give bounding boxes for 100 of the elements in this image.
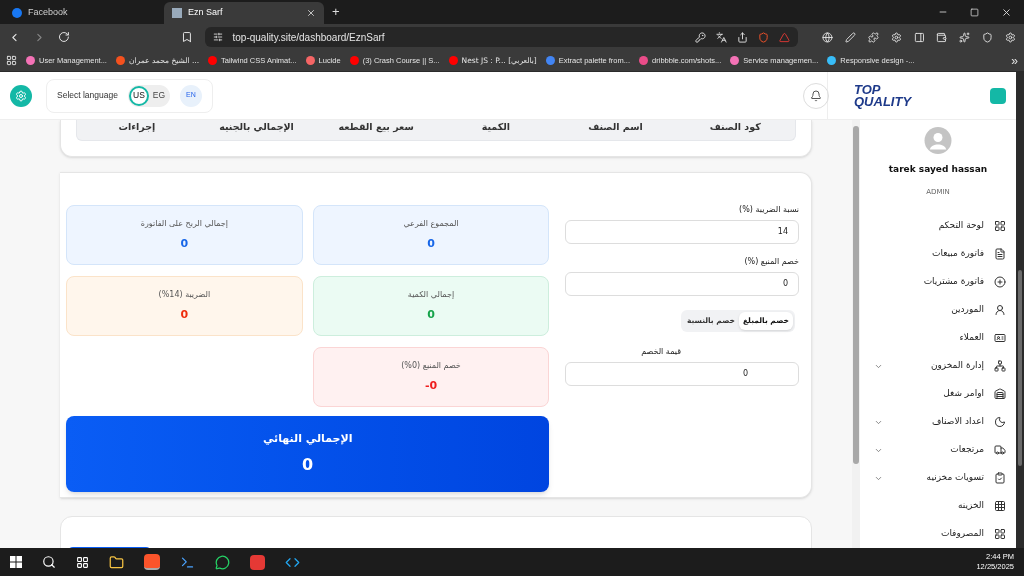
column-header: اسم الصنف (587, 120, 644, 134)
sidebar-label: مرتجعات (950, 443, 984, 457)
stat-value: 0- (424, 377, 438, 394)
sidebar-item[interactable]: فاتورة مشتريات (860, 268, 1016, 296)
scrollbar-thumb[interactable] (1018, 270, 1022, 466)
sidebar-item[interactable]: تسويات مخزنيه (860, 464, 1016, 492)
browser-tab[interactable]: Facebook (4, 2, 164, 24)
user-icon (994, 304, 1006, 316)
field-label: خصم المنبع (%) (743, 256, 799, 268)
settings-icon[interactable] (890, 31, 902, 43)
document-icon (994, 248, 1006, 260)
sidebar-item[interactable]: فاتورة مبيعات (860, 240, 1016, 268)
sidebar-label: العملاء (959, 331, 984, 345)
sidebar-item[interactable]: المصروفات (860, 520, 1016, 548)
table-icon (994, 500, 1006, 512)
network-icon (994, 360, 1006, 372)
share-icon[interactable] (737, 31, 749, 43)
reload-icon[interactable] (57, 31, 70, 43)
task-view-icon[interactable] (76, 555, 89, 569)
windows-start-icon[interactable] (10, 556, 22, 568)
triangle-icon[interactable] (779, 31, 791, 43)
pen-icon[interactable] (844, 31, 856, 43)
language-label: Select language (57, 89, 118, 102)
stat-label: إجمالي الربح على الفاتورة (140, 217, 228, 230)
tab-title: Ezn Sarf (188, 6, 224, 20)
stat-label: الضريبة (14%) (158, 288, 211, 301)
warehouse-icon (994, 388, 1006, 400)
id-card-icon (994, 332, 1006, 344)
discount-value-field[interactable]: 0 (565, 362, 799, 386)
brand-text: TOP (854, 83, 882, 96)
favicon-icon (12, 8, 22, 18)
stat-value: 0 (427, 306, 435, 323)
more-bookmarks-button[interactable]: » (1011, 51, 1018, 70)
final-total-value: 0 (302, 454, 314, 477)
column-header: الكمية (480, 120, 511, 134)
language-option[interactable]: US (128, 85, 149, 106)
stat-label: المجموع الفرعي (403, 217, 459, 230)
column-header: الإجمالي بالجنيه (218, 120, 295, 134)
sidebar-label: الموردين (951, 303, 984, 317)
grid-icon (994, 528, 1006, 540)
sidebar-item[interactable]: إدارة المخزون (860, 352, 1016, 380)
field-label: نسبة الضريبة (%) (738, 204, 799, 216)
moon-icon (994, 416, 1006, 428)
sparkles-icon[interactable] (959, 31, 971, 43)
sidebar-item[interactable]: اوامر شغل (860, 380, 1016, 408)
sidebar-item[interactable]: لوحة التحكم (860, 212, 1016, 240)
truck-icon (994, 444, 1006, 456)
extensions-icon[interactable] (867, 31, 879, 43)
sidebar-label: لوحة التحكم (938, 219, 984, 233)
office-app-icon[interactable] (250, 554, 265, 570)
browser-app-icon[interactable] (144, 554, 160, 570)
translate-icon[interactable] (716, 31, 728, 43)
tab-title: Facebook (28, 6, 69, 20)
browser-tab[interactable]: Ezn Sarf (164, 2, 324, 24)
terminal-icon[interactable] (180, 554, 195, 570)
sidebar-label: تسويات مخزنيه (926, 471, 984, 485)
stat-label: خصم المنبع (0%) (401, 359, 461, 372)
sidebar-label: فاتورة مبيعات (932, 247, 984, 261)
field-label: قيمة الخصم (640, 346, 681, 358)
sidebar-item[interactable]: الخزينه (860, 492, 1016, 520)
brand-text: QUALITY (854, 95, 912, 108)
search-icon[interactable] (42, 555, 56, 569)
key-icon[interactable] (695, 31, 707, 43)
stat-label: إجمالي الكمية (407, 288, 455, 301)
maximize-icon[interactable] (970, 7, 979, 17)
grid-icon (994, 220, 1006, 232)
stat-value: 0 (180, 306, 189, 323)
language-option[interactable]: EG (148, 85, 169, 106)
close-icon[interactable] (1001, 6, 1012, 18)
sidebar-item[interactable]: مرتجعات (860, 436, 1016, 464)
column-header: سعر بيع القطعه (337, 120, 415, 135)
tax-rate-field[interactable]: 14 (565, 220, 799, 244)
shield-icon[interactable] (758, 31, 770, 43)
url-text: top-quality.site/dashboard/EznSarf (232, 30, 386, 45)
stat-value: 0 (180, 235, 189, 252)
sidebar-item[interactable]: اعداد الاصناف (860, 408, 1016, 436)
wallet-icon[interactable] (936, 31, 948, 43)
site-settings-icon[interactable] (212, 32, 223, 42)
sidebar-label: المصروفات (940, 527, 984, 541)
shield-icon[interactable] (982, 31, 994, 43)
globe-icon[interactable] (822, 31, 833, 43)
sidebar-item[interactable]: العملاء (860, 324, 1016, 352)
bell-icon (810, 89, 822, 102)
new-tab-button[interactable]: + (324, 1, 348, 21)
gear-icon (15, 89, 27, 102)
apps-icon[interactable] (6, 55, 17, 66)
user-name: tarek sayed hassan (888, 163, 988, 176)
bookmark-icon[interactable] (180, 31, 193, 43)
scrollbar-thumb[interactable] (853, 126, 859, 464)
final-total-label: الإجمالي النهائي (262, 430, 353, 447)
sidebar-icon[interactable] (913, 31, 925, 43)
stat-value: 0 (427, 235, 435, 252)
withholding-field[interactable]: 0 (565, 272, 799, 296)
close-icon[interactable] (306, 8, 316, 18)
address-field[interactable]: top-quality.site/dashboard/EznSarf (204, 27, 799, 47)
column-header: إجراءات (117, 120, 157, 135)
chat-icon[interactable] (215, 554, 230, 570)
sidebar-item[interactable]: الموردين (860, 296, 1016, 324)
sidebar-label: فاتورة مشتريات (923, 275, 984, 289)
folder-icon[interactable] (109, 554, 124, 570)
